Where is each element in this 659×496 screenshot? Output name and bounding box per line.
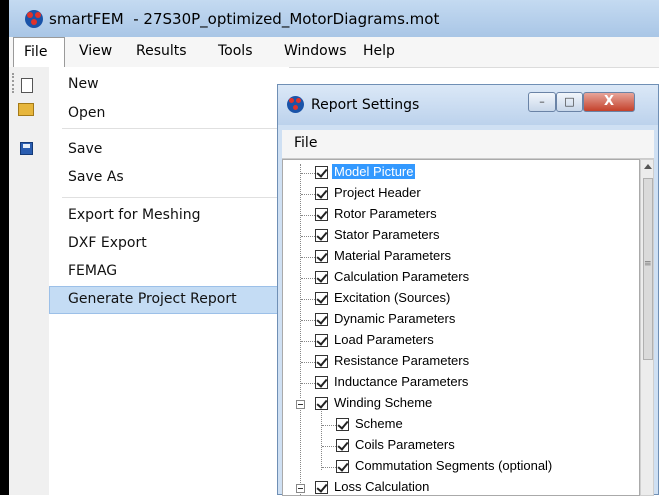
- collapse-expander-icon[interactable]: [296, 400, 305, 409]
- checkbox[interactable]: [315, 292, 328, 305]
- checkbox[interactable]: [336, 418, 349, 431]
- tree-connector: [321, 408, 322, 470]
- dialog-titlebar[interactable]: Report Settings – □ X: [278, 85, 658, 125]
- dialog-title: Report Settings: [311, 97, 420, 113]
- menu-windows[interactable]: Windows: [284, 43, 347, 59]
- menu-item-femag[interactable]: FEMAG: [68, 263, 117, 279]
- checkbox[interactable]: [315, 229, 328, 242]
- tree-connector: [300, 410, 301, 495]
- dialog-menu-file[interactable]: File: [294, 135, 317, 151]
- checkbox[interactable]: [315, 481, 328, 494]
- maximize-button[interactable]: □: [556, 92, 583, 112]
- dialog-menubar: File: [282, 130, 654, 159]
- floppy-disk-icon: [20, 142, 33, 155]
- app-titlebar[interactable]: smartFEM - 27S30P_optimized_MotorDiagram…: [9, 0, 659, 37]
- menu-file[interactable]: File: [13, 37, 65, 67]
- checkbox[interactable]: [315, 355, 328, 368]
- menu-tools[interactable]: Tools: [218, 43, 253, 59]
- report-sections-tree: Model Picture Project Header Rotor Param…: [282, 159, 640, 496]
- menu-item-open[interactable]: Open: [68, 105, 105, 121]
- minimize-button[interactable]: –: [528, 92, 556, 112]
- checkbox[interactable]: [315, 166, 328, 179]
- report-settings-dialog: Report Settings – □ X File Model Picture…: [277, 84, 659, 496]
- smartfem-logo-icon: [25, 10, 43, 28]
- smartfem-logo-icon: [287, 96, 304, 113]
- file-menu-items: New Open Save Save As Export for Meshing…: [49, 67, 289, 495]
- new-file-icon: [21, 78, 33, 93]
- checkbox[interactable]: [315, 187, 328, 200]
- toolbar-grip-icon[interactable]: [12, 73, 17, 93]
- collapse-expander-icon[interactable]: [296, 484, 305, 493]
- scroll-up-arrow-icon[interactable]: [644, 164, 652, 169]
- window-edge: [0, 0, 9, 495]
- checkbox[interactable]: [315, 313, 328, 326]
- checkbox[interactable]: [315, 376, 328, 389]
- scrollbar-thumb[interactable]: [643, 178, 653, 360]
- menu-item-dxf-export[interactable]: DXF Export: [68, 235, 147, 251]
- menu-item-save[interactable]: Save: [68, 141, 102, 157]
- menu-file-label: File: [24, 44, 48, 60]
- menu-item-new[interactable]: New: [68, 76, 99, 92]
- menu-item-save-as[interactable]: Save As: [68, 169, 124, 185]
- tree-vertical-scrollbar[interactable]: ≡: [640, 159, 654, 496]
- menu-help[interactable]: Help: [363, 43, 395, 59]
- checkbox[interactable]: [315, 208, 328, 221]
- menu-item-export-meshing[interactable]: Export for Meshing: [68, 207, 201, 223]
- menu-results[interactable]: Results: [136, 43, 187, 59]
- file-menu-icon-column: [9, 67, 49, 495]
- menu-item-generate-report[interactable]: Generate Project Report: [68, 291, 237, 307]
- checkbox[interactable]: [315, 334, 328, 347]
- app-title: smartFEM - 27S30P_optimized_MotorDiagram…: [49, 10, 440, 28]
- checkbox[interactable]: [336, 460, 349, 473]
- close-button[interactable]: X: [583, 92, 635, 112]
- folder-open-icon: [18, 103, 34, 116]
- checkbox[interactable]: [315, 250, 328, 263]
- scrollbar-grip-icon: ≡: [644, 259, 652, 269]
- checkbox[interactable]: [315, 271, 328, 284]
- checkbox[interactable]: [336, 439, 349, 452]
- checkbox[interactable]: [315, 397, 328, 410]
- menubar: View Results Tools Windows Help: [9, 37, 659, 68]
- menu-view[interactable]: View: [79, 43, 112, 59]
